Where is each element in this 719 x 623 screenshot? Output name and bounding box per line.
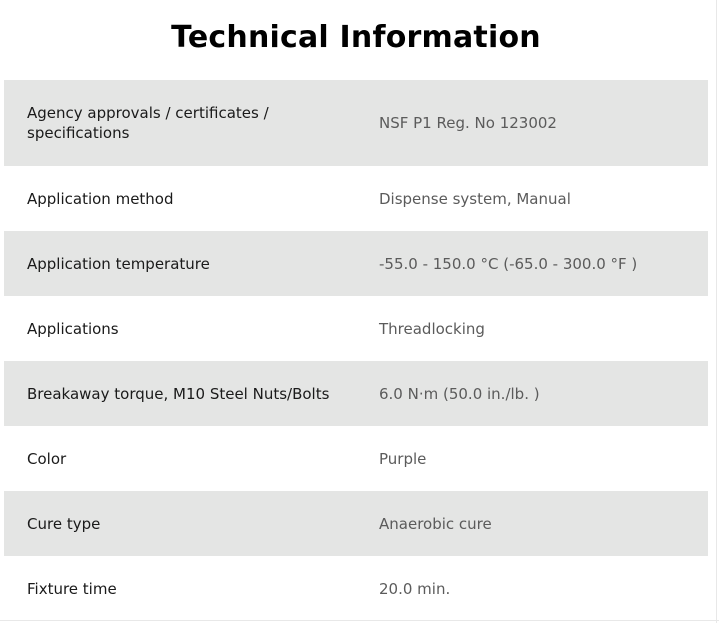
spec-row-breakaway-torque: Breakaway torque, M10 Steel Nuts/Bolts 6…: [4, 361, 708, 426]
spec-label: Breakaway torque, M10 Steel Nuts/Bolts: [27, 384, 330, 403]
spec-row-fixture-time: Fixture time 20.0 min.: [4, 556, 708, 621]
section-title: Technical Information: [171, 20, 541, 55]
spec-value: 20.0 min.: [379, 579, 451, 598]
spec-value: 6.0 N·m (50.0 in./lb. ): [379, 384, 540, 403]
spec-value: Anaerobic cure: [379, 514, 492, 533]
spec-row-agency-approvals: Agency approvals / certificates / specif…: [4, 80, 708, 166]
spec-label: Application temperature: [27, 254, 210, 273]
spec-value: -55.0 - 150.0 °C (-65.0 - 300.0 °F ): [379, 254, 638, 273]
spec-value: Dispense system, Manual: [379, 189, 571, 208]
spec-label: Agency approvals / certificates / specif…: [27, 104, 269, 142]
spec-row-application-temperature: Application temperature -55.0 - 150.0 °C…: [4, 231, 708, 296]
right-border-divider: [716, 0, 717, 623]
spec-row-cure-type: Cure type Anaerobic cure: [4, 491, 708, 556]
technical-information-section: Technical Information Agency approvals /…: [0, 0, 719, 623]
spec-row-applications: Applications Threadlocking: [4, 296, 708, 361]
spec-label: Applications: [27, 319, 119, 338]
spec-row-color: Color Purple: [4, 426, 708, 491]
bottom-border-divider: [0, 620, 719, 621]
spec-value: Threadlocking: [379, 319, 485, 338]
spec-label: Application method: [27, 189, 174, 208]
spec-value: Purple: [379, 449, 427, 468]
spec-label: Fixture time: [27, 579, 117, 598]
spec-row-application-method: Application method Dispense system, Manu…: [4, 166, 708, 231]
spec-value: NSF P1 Reg. No 123002: [379, 114, 557, 132]
spec-label: Color: [27, 449, 67, 468]
spec-table: Agency approvals / certificates / specif…: [4, 80, 708, 621]
spec-label: Cure type: [27, 514, 101, 533]
